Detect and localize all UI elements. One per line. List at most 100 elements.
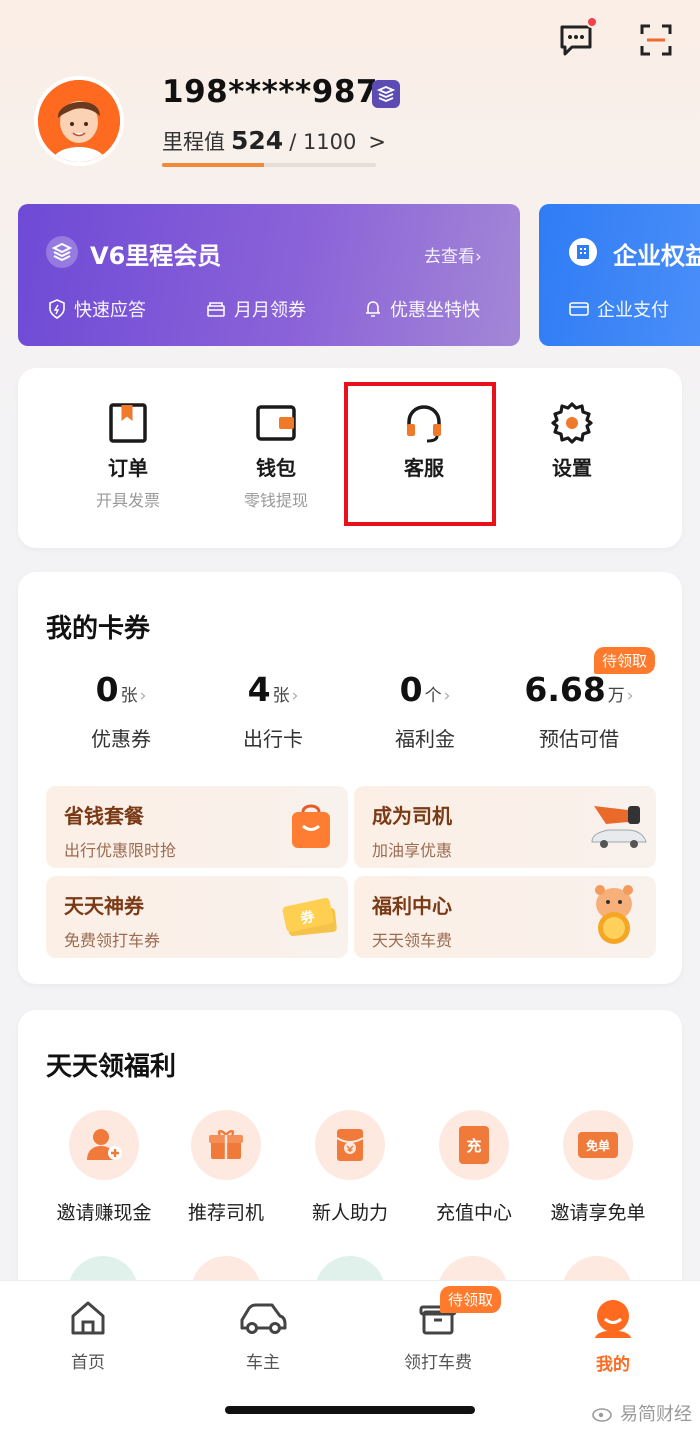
tab-label: 车主 <box>246 1353 280 1373</box>
fuel-car-icon <box>591 806 647 848</box>
tab-car-owner[interactable]: 车主 <box>203 1298 323 1373</box>
tab-label: 我的 <box>596 1355 630 1375</box>
home-indicator[interactable] <box>225 1406 475 1414</box>
stat-coupons[interactable]: 0 张 › 优惠券 <box>46 670 196 752</box>
perk-monthly-coupon: 月月领券 <box>206 296 306 322</box>
watermark: 易简财经 <box>592 1400 692 1426</box>
gift-box-icon <box>209 1130 243 1159</box>
invite-user-icon <box>87 1129 122 1160</box>
wallet-label: 钱包 <box>256 456 296 480</box>
member-title: V6里程会员 <box>90 242 222 270</box>
stat-welfare[interactable]: 0 个 › 福利金 <box>350 670 500 752</box>
stat-name: 福利金 <box>395 727 455 751</box>
member-badge-icon[interactable] <box>372 80 400 108</box>
profile-icon <box>595 1300 631 1338</box>
settings-label: 设置 <box>552 456 592 480</box>
highlight-annotation <box>344 382 496 526</box>
card-icon <box>569 302 589 316</box>
recharge-icon: 充 <box>459 1126 489 1164</box>
member-card[interactable]: V6里程会员 去查看› 快速应答 月月领券 优惠坐特快 <box>18 204 520 346</box>
mileage-progress <box>162 163 376 167</box>
benefit-label: 推荐司机 <box>187 1202 264 1224</box>
coupon-box-icon <box>207 302 225 317</box>
stat-unit: 万 <box>607 686 625 706</box>
promo-become-driver[interactable]: 成为司机 加油享优惠 <box>354 786 656 868</box>
settings-button[interactable]: 设置 <box>502 398 642 481</box>
mileage-label: 里程值 <box>162 130 225 154</box>
stat-travel-cards[interactable]: 4 张 › 出行卡 <box>198 670 348 752</box>
benefit-recharge-center[interactable]: 充 充值中心 <box>412 1110 536 1225</box>
stat-unit: 张 <box>272 686 290 706</box>
mileage-progress-fill <box>162 163 264 167</box>
message-button[interactable] <box>556 16 598 60</box>
promo-welfare-center[interactable]: 福利中心 天天领车费 <box>354 876 656 958</box>
mileage-total: / 1100 <box>289 130 357 154</box>
enterprise-title: 企业权益 <box>613 242 700 270</box>
member-link-label: 去查看 <box>424 247 475 267</box>
shopping-bag-icon <box>292 804 330 848</box>
wallet-button[interactable]: 钱包 零钱提现 <box>206 398 346 511</box>
chat-bubble-icon <box>560 25 592 56</box>
mileage-value: 524 <box>231 126 284 155</box>
promo-save-package[interactable]: 省钱套餐 出行优惠限时抢 <box>46 786 348 868</box>
perk-fast-response: 快速应答 <box>48 296 146 322</box>
enterprise-card[interactable]: 企业权益 企业支付 <box>539 204 700 346</box>
perk-label: 快速应答 <box>74 300 146 321</box>
stat-value: 6.68 <box>524 670 606 709</box>
order-button[interactable]: 订单 开具发票 <box>58 398 198 511</box>
home-icon <box>71 1301 105 1335</box>
wallet-sub: 零钱提现 <box>243 491 308 510</box>
stat-value: 0 <box>95 670 119 709</box>
benefit-newcomer-help[interactable]: 新人助力 <box>288 1110 412 1225</box>
gear-icon <box>551 402 593 444</box>
scan-button[interactable] <box>636 20 676 60</box>
benefit-label: 邀请享免单 <box>550 1202 646 1224</box>
benefit-label: 充值中心 <box>435 1202 512 1224</box>
stat-name: 出行卡 <box>243 727 303 751</box>
coupon-ticket-icon: 券 <box>282 898 337 937</box>
perk-label: 月月领券 <box>234 300 306 321</box>
free-ticket-icon: 免单 <box>578 1132 618 1158</box>
tab-label: 领打车费 <box>404 1353 472 1373</box>
mileage-row[interactable]: 里程值 524 / 1100 > <box>162 126 386 156</box>
stat-value: 4 <box>247 670 271 709</box>
avatar-illustration <box>38 80 120 162</box>
tiger-mascot-icon <box>595 885 633 944</box>
enterprise-icon <box>569 238 597 266</box>
chevron-right-icon: › <box>626 686 634 706</box>
perk-label: 优惠坐特快 <box>390 300 480 321</box>
car-icon <box>240 1303 287 1334</box>
unread-dot <box>586 16 598 28</box>
benefit-label: 邀请赚现金 <box>56 1202 152 1224</box>
tab-mine[interactable]: 我的 <box>553 1298 673 1375</box>
enterprise-pay-label: 企业支付 <box>597 300 669 321</box>
weibo-icon <box>592 1408 612 1422</box>
red-envelope-icon <box>336 1129 364 1161</box>
coupons-title: 我的卡券 <box>46 614 151 644</box>
lightning-shield-icon <box>49 299 65 319</box>
stat-credit[interactable]: 6.68 万 › 预估可借 <box>504 670 654 752</box>
user-phone: 198*****987 <box>162 74 378 110</box>
order-label: 订单 <box>108 456 148 480</box>
benefit-invite-free[interactable]: 免单 邀请享免单 <box>536 1110 660 1225</box>
stat-unit: 个 <box>424 686 442 706</box>
stat-unit: 张 <box>120 686 138 706</box>
promo-daily-coupon[interactable]: 天天神券 免费领打车券 券 <box>46 876 348 958</box>
perk-express: 优惠坐特快 <box>364 296 480 322</box>
chevron-right-icon: › <box>291 686 299 706</box>
watermark-text: 易简财经 <box>620 1404 692 1425</box>
member-view-link[interactable]: 去查看› <box>424 242 482 267</box>
chevron-right-icon: › <box>443 686 451 706</box>
member-logo-icon <box>46 236 78 268</box>
tab-pending-tag: 待领取 <box>440 1286 502 1313</box>
benefit-invite-cash[interactable]: 邀请赚现金 <box>42 1110 166 1225</box>
enterprise-pay: 企业支付 <box>569 296 669 322</box>
order-sub: 开具发票 <box>95 491 160 510</box>
chevron-right-icon: › <box>475 247 482 267</box>
tab-home[interactable]: 首页 <box>28 1298 148 1373</box>
chevron-right-icon: > <box>368 130 386 154</box>
benefit-recommend-driver[interactable]: 推荐司机 <box>164 1110 288 1225</box>
benefit-label: 新人助力 <box>311 1202 388 1224</box>
avatar[interactable] <box>34 76 124 166</box>
bell-icon <box>366 301 380 317</box>
